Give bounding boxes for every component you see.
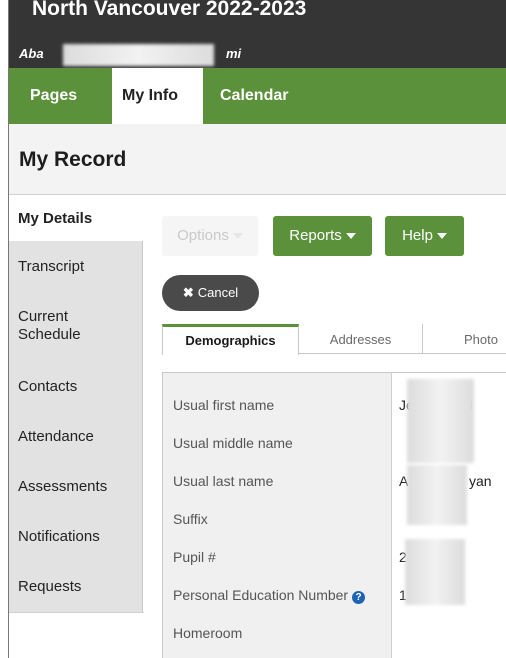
redacted-ids (405, 539, 465, 605)
field-label-pupil-number: Pupil # (173, 549, 216, 565)
help-button[interactable]: Help (385, 216, 464, 256)
tab-addresses[interactable]: Addresses (299, 324, 423, 354)
help-label: Help (402, 227, 433, 244)
reports-label: Reports (289, 227, 342, 244)
sidebar-item-notifications[interactable]: Notifications (9, 528, 143, 545)
tab-pages[interactable]: Pages (30, 68, 77, 124)
app-header: North Vancouver 2022-2023 Aba mi (9, 0, 506, 68)
demographics-form: Usual first name Jemi Usual middle name … (162, 372, 506, 658)
tab-photo[interactable]: Photo (423, 324, 506, 354)
question-icon[interactable]: ? (352, 591, 366, 604)
field-label-last-name: Usual last name (173, 473, 274, 489)
sidebar-item-requests[interactable]: Requests (9, 578, 143, 595)
pen-label-text: Personal Education Number (173, 587, 349, 603)
field-label-pen: Personal Education Number? (173, 587, 366, 604)
sidebar-item-attendance[interactable]: Attendance (9, 428, 143, 445)
reports-button[interactable]: Reports (273, 216, 372, 256)
options-label: Options (177, 227, 229, 244)
tab-my-info[interactable]: My Info (112, 68, 203, 124)
redacted-last-name (407, 465, 467, 525)
school-title: North Vancouver 2022-2023 (32, 0, 307, 20)
user-name: Aba mi (19, 46, 241, 61)
last-name-end: yan (469, 473, 492, 489)
close-icon: ✖ (182, 285, 194, 300)
redacted-name-values (407, 379, 474, 463)
user-name-start: Aba (19, 46, 44, 61)
user-name-end: mi (226, 46, 242, 61)
field-label-first-name: Usual first name (173, 397, 275, 413)
record-header: My Record (9, 124, 506, 195)
sidebar-item-my-details[interactable]: My Details (9, 196, 144, 241)
sidebar-item-contacts[interactable]: Contacts (9, 378, 143, 395)
sidebar-item-transcript[interactable]: Transcript (9, 258, 143, 275)
top-nav: Pages My Info Calendar (9, 68, 506, 124)
tab-demographics[interactable]: Demographics (162, 324, 299, 355)
sidebar-bottom-divider (9, 612, 144, 613)
tab-calendar[interactable]: Calendar (220, 68, 288, 124)
record-subtabs: Demographics Addresses Photo (162, 324, 506, 355)
cancel-label: Cancel (197, 285, 239, 300)
page-title: My Record (19, 148, 127, 171)
field-label-homeroom: Homeroom (173, 625, 243, 641)
cancel-button[interactable]: ✖ Cancel (162, 275, 259, 311)
chevron-down-icon (345, 233, 356, 240)
sidebar-item-assessments[interactable]: Assessments (9, 478, 143, 495)
chevron-down-icon (436, 233, 447, 240)
redacted-user-name (63, 44, 214, 66)
sidebar: My Details Transcript Current Schedule C… (9, 196, 144, 612)
field-label-middle-name: Usual middle name (173, 435, 293, 451)
field-label-suffix: Suffix (173, 511, 208, 527)
chevron-down-icon (232, 233, 243, 240)
sidebar-item-current-schedule[interactable]: Current Schedule (9, 308, 143, 344)
options-button[interactable]: Options (162, 216, 258, 256)
